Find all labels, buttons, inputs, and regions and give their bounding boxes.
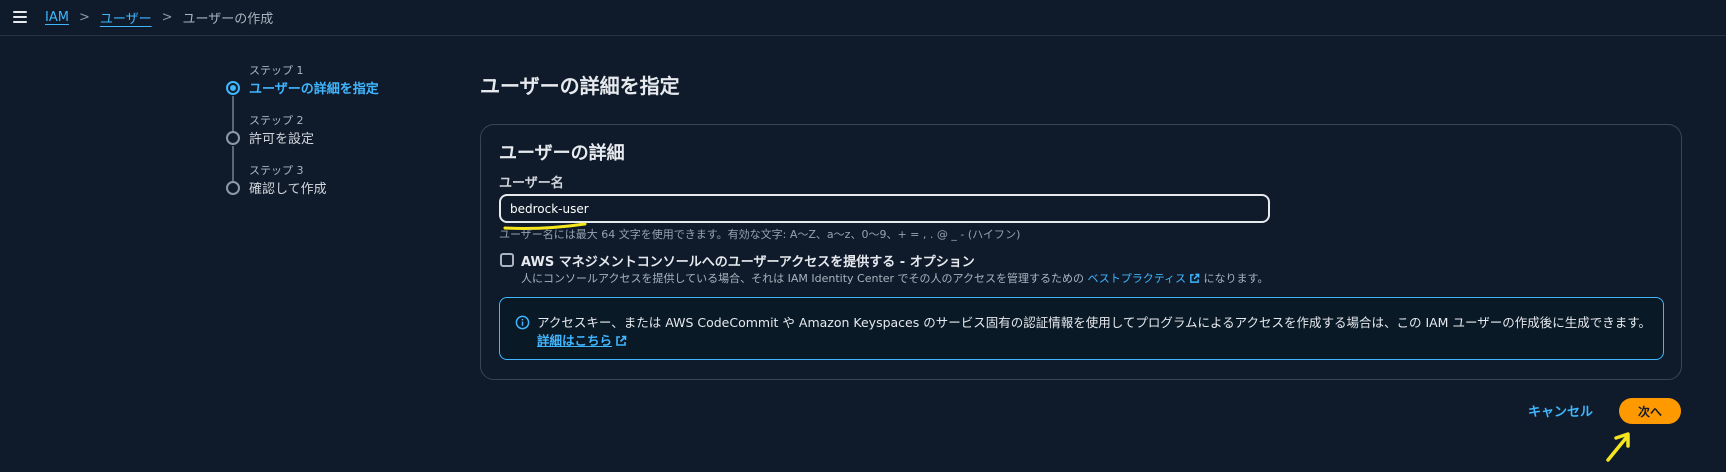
breadcrumb-iam[interactable]: IAM — [45, 10, 69, 25]
console-access-desc-suffix: になります。 — [1200, 272, 1269, 285]
info-alert: アクセスキー、または AWS CodeCommit や Amazon Keysp… — [499, 297, 1664, 360]
external-link-icon — [616, 335, 627, 346]
console-access-desc-text: 人にコンソールアクセスを提供している場合、それは IAM Identity Ce… — [521, 272, 1088, 285]
cancel-button[interactable]: キャンセル — [1528, 401, 1593, 420]
next-button[interactable]: 次へ — [1619, 398, 1681, 424]
top-navigation-bar: IAM > ユーザー > ユーザーの作成 — [0, 0, 1726, 36]
wizard-steps: ステップ 1 ユーザーの詳細を指定 ステップ 2 許可を設定 ステップ 3 確認… — [224, 62, 444, 212]
learn-more-link[interactable]: 詳細はこちら — [537, 330, 627, 349]
page-title: ユーザーの詳細を指定 — [480, 74, 680, 98]
step-2-indicator-icon — [226, 131, 240, 145]
best-practices-link[interactable]: ベストプラクティス — [1088, 272, 1201, 285]
username-input[interactable] — [499, 194, 1270, 223]
info-icon — [515, 315, 530, 330]
breadcrumb-users[interactable]: ユーザー — [100, 8, 152, 27]
console-access-description: 人にコンソールアクセスを提供している場合、それは IAM Identity Ce… — [521, 270, 1268, 286]
chevron-right-icon: > — [161, 10, 173, 25]
step-3-indicator-icon — [226, 181, 240, 195]
chevron-right-icon: > — [78, 10, 90, 25]
step-2: ステップ 2 許可を設定 — [224, 112, 444, 181]
user-details-panel: ユーザーの詳細 ユーザー名 ユーザー名には最大 64 文字を使用できます。有効な… — [480, 124, 1682, 380]
username-label: ユーザー名 — [499, 176, 564, 191]
step-3-title: 確認して作成 — [249, 182, 327, 197]
external-link-icon — [1190, 273, 1200, 283]
step-1-title[interactable]: ユーザーの詳細を指定 — [249, 78, 379, 97]
step-1-indicator-icon — [226, 81, 240, 95]
console-access-label[interactable]: AWS マネジメントコンソールへのユーザーアクセスを提供する - オプション — [521, 251, 975, 270]
step-1: ステップ 1 ユーザーの詳細を指定 — [224, 62, 444, 131]
username-hint: ユーザー名には最大 64 文字を使用できます。有効な文字: A〜Z、a〜z、0〜… — [499, 228, 1021, 241]
step-1-label: ステップ 1 — [249, 64, 304, 77]
console-access-checkbox[interactable] — [500, 253, 514, 267]
best-practices-link-label: ベストプラクティス — [1087, 272, 1187, 285]
learn-more-link-label: 詳細はこちら — [537, 333, 613, 348]
menu-icon[interactable] — [13, 11, 27, 23]
step-2-title: 許可を設定 — [249, 132, 315, 147]
info-text: アクセスキー、または AWS CodeCommit や Amazon Keysp… — [537, 315, 1651, 330]
breadcrumb: IAM > ユーザー > ユーザーの作成 — [45, 8, 273, 27]
breadcrumb-current: ユーザーの作成 — [182, 12, 274, 27]
step-3-label: ステップ 3 — [249, 164, 304, 177]
step-2-label: ステップ 2 — [249, 114, 304, 127]
step-3: ステップ 3 確認して作成 — [224, 162, 444, 212]
arrow-annotation-icon — [1606, 432, 1630, 462]
panel-title: ユーザーの詳細 — [499, 143, 625, 164]
